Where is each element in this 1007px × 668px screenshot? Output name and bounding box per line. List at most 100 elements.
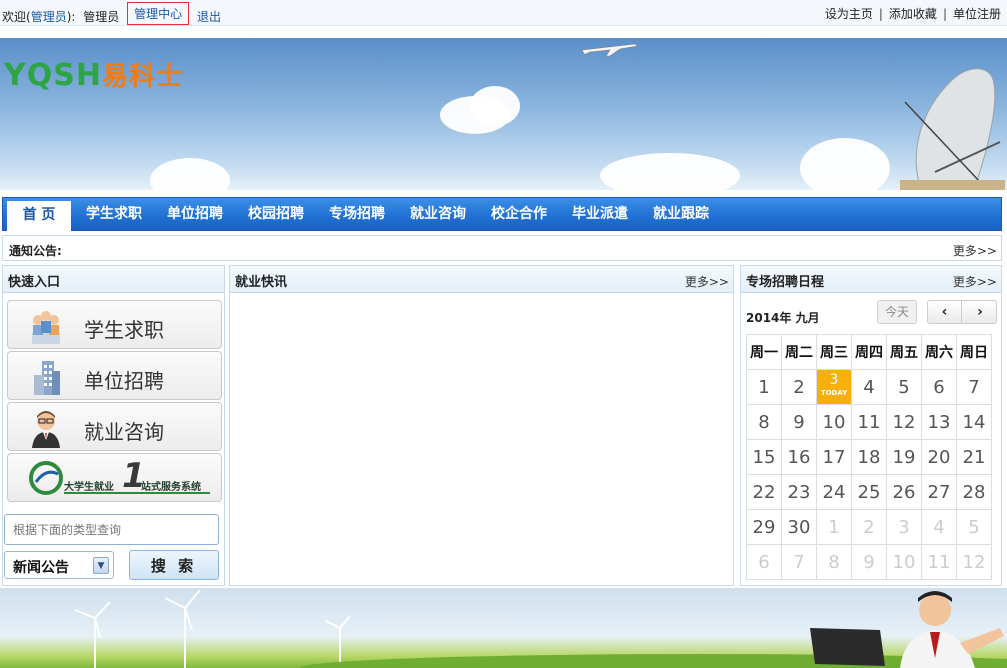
nav-item-home[interactable]: 首 页 — [7, 201, 71, 231]
calendar-day-other-month[interactable]: 11 — [921, 544, 957, 580]
calendar-day[interactable]: 20 — [921, 439, 957, 475]
calendar-grid: 周一 周二 周三 周四 周五 周六 周日 1 2 3 TODAY 4 5 6 7 8 9 10 11 12 13 14 1… — [746, 334, 992, 580]
calendar-day[interactable]: 7 — [956, 369, 992, 405]
calendar-day[interactable]: 25 — [851, 474, 887, 510]
schedule-more-link[interactable]: 更多>> — [953, 273, 997, 290]
quick-student-jobs-button[interactable]: 学生求职 — [7, 300, 222, 349]
quick-company-hiring-button[interactable]: 单位招聘 — [7, 351, 222, 400]
calendar-day[interactable]: 26 — [886, 474, 922, 510]
add-favorite-link[interactable]: 添加收藏 — [889, 7, 937, 21]
calendar-day-other-month[interactable]: 9 — [851, 544, 887, 580]
select-value: 新闻公告 — [13, 560, 69, 576]
welcome-area: 欢迎(管理员): 管理员 管理中心 退出 — [2, 2, 221, 28]
calendar-day-other-month[interactable]: 4 — [921, 509, 957, 545]
news-title: 就业快讯 — [235, 275, 288, 290]
calendar-day[interactable]: 30 — [781, 509, 817, 545]
logout-link[interactable]: 退出 — [197, 10, 221, 24]
header-banner: YQSH易科士 — [0, 38, 1007, 190]
calendar-day[interactable]: 5 — [886, 369, 922, 405]
cloud-decoration — [600, 153, 740, 190]
nav-item-career-consulting[interactable]: 就业咨询 — [403, 198, 473, 230]
calendar-day-other-month[interactable]: 1 — [816, 509, 852, 545]
notice-title: 通知公告: — [9, 244, 62, 258]
nav-item-school-enterprise[interactable]: 校企合作 — [484, 198, 554, 230]
quick-button-label: 学生求职 — [84, 318, 164, 342]
calendar-day[interactable]: 29 — [746, 509, 782, 545]
set-home-link[interactable]: 设为主页 — [825, 7, 873, 21]
weekday-header: 周三 — [816, 334, 852, 370]
calendar-day[interactable]: 4 — [851, 369, 887, 405]
calendar-day-other-month[interactable]: 8 — [816, 544, 852, 580]
month-nav: ‹ › — [927, 300, 997, 324]
calendar-day-other-month[interactable]: 6 — [746, 544, 782, 580]
search-input[interactable] — [4, 514, 219, 545]
calendar-day[interactable]: 1 — [746, 369, 782, 405]
calendar-day-other-month[interactable]: 7 — [781, 544, 817, 580]
wind-turbines-icon — [74, 589, 1007, 668]
calendar-day[interactable]: 13 — [921, 404, 957, 440]
nav-item-student-jobs[interactable]: 学生求职 — [79, 198, 149, 230]
calendar-day[interactable]: 15 — [746, 439, 782, 475]
calendar-day-today[interactable]: 3 TODAY — [816, 369, 852, 405]
news-more-link[interactable]: 更多>> — [685, 273, 729, 290]
panel-header: 专场招聘日程 更多>> — [741, 266, 1001, 293]
chevron-down-icon[interactable]: ▼ — [93, 557, 109, 574]
calendar-day-other-month[interactable]: 2 — [851, 509, 887, 545]
calendar-day[interactable]: 14 — [956, 404, 992, 440]
weekday-header: 周二 — [781, 334, 817, 370]
calendar-day[interactable]: 10 — [816, 404, 852, 440]
quick-career-consulting-button[interactable]: 就业咨询 — [7, 402, 222, 451]
calendar-day[interactable]: 9 — [781, 404, 817, 440]
calendar-day[interactable]: 11 — [851, 404, 887, 440]
calendar-day[interactable]: 28 — [956, 474, 992, 510]
nav-item-graduate-dispatch[interactable]: 毕业派遣 — [565, 198, 635, 230]
calendar-day[interactable]: 27 — [921, 474, 957, 510]
search-type-select[interactable]: 新闻公告 ▼ — [4, 551, 114, 579]
nav-item-employment-tracking[interactable]: 就业跟踪 — [646, 198, 716, 230]
nav-item-campus-hiring[interactable]: 校园招聘 — [241, 198, 311, 230]
calendar-day[interactable]: 23 — [781, 474, 817, 510]
quick-button-label: 单位招聘 — [84, 369, 164, 393]
schedule-title: 专场招聘日程 — [746, 275, 825, 290]
main-nav: 首 页 学生求职 单位招聘 校园招聘 专场招聘 就业咨询 校企合作 毕业派遣 就… — [2, 197, 1002, 231]
calendar-day-other-month[interactable]: 10 — [886, 544, 922, 580]
prev-month-button[interactable]: ‹ — [928, 301, 962, 323]
separator: | — [942, 7, 947, 21]
nav-item-special-hiring[interactable]: 专场招聘 — [322, 198, 392, 230]
calendar-day[interactable]: 22 — [746, 474, 782, 510]
calendar-day[interactable]: 18 — [851, 439, 887, 475]
calendar-day-other-month[interactable]: 5 — [956, 509, 992, 545]
news-panel: 就业快讯 更多>> — [229, 265, 734, 586]
banner-text-right: 站式服务系统 — [141, 482, 201, 493]
students-icon — [32, 311, 60, 344]
calendar-day[interactable]: 19 — [886, 439, 922, 475]
weekday-header: 周四 — [851, 334, 887, 370]
calendar-day[interactable]: 8 — [746, 404, 782, 440]
weekday-header: 周日 — [956, 334, 992, 370]
calendar-day[interactable]: 21 — [956, 439, 992, 475]
banner-text-left: 大学生就业 — [64, 482, 114, 493]
calendar-day[interactable]: 6 — [921, 369, 957, 405]
nav-item-company-hiring[interactable]: 单位招聘 — [160, 198, 230, 230]
today-badge: TODAY — [820, 389, 848, 397]
sundial-sculpture-icon — [900, 68, 1005, 190]
one-stop-service-banner[interactable]: 大学生就业 1 站式服务系统 — [7, 453, 222, 502]
calendar-day[interactable]: 12 — [886, 404, 922, 440]
search-button[interactable]: 搜 索 — [129, 550, 219, 580]
welcome-suffix: ): — [66, 10, 76, 24]
role-link[interactable]: 管理员 — [31, 10, 67, 24]
next-month-button[interactable]: › — [963, 301, 997, 323]
notice-more-link[interactable]: 更多>> — [953, 242, 997, 259]
company-register-link[interactable]: 单位注册 — [953, 7, 1001, 21]
calendar-day-other-month[interactable]: 3 — [886, 509, 922, 545]
cloud-decoration — [800, 138, 890, 190]
calendar-day[interactable]: 2 — [781, 369, 817, 405]
welcome-prefix: 欢迎( — [2, 10, 31, 24]
admin-center-link[interactable]: 管理中心 — [127, 2, 190, 25]
calendar-day[interactable]: 24 — [816, 474, 852, 510]
banner-underline — [64, 492, 210, 494]
calendar-day[interactable]: 16 — [781, 439, 817, 475]
calendar-day-other-month[interactable]: 12 — [956, 544, 992, 580]
today-button[interactable]: 今天 — [877, 300, 917, 324]
calendar-day[interactable]: 17 — [816, 439, 852, 475]
